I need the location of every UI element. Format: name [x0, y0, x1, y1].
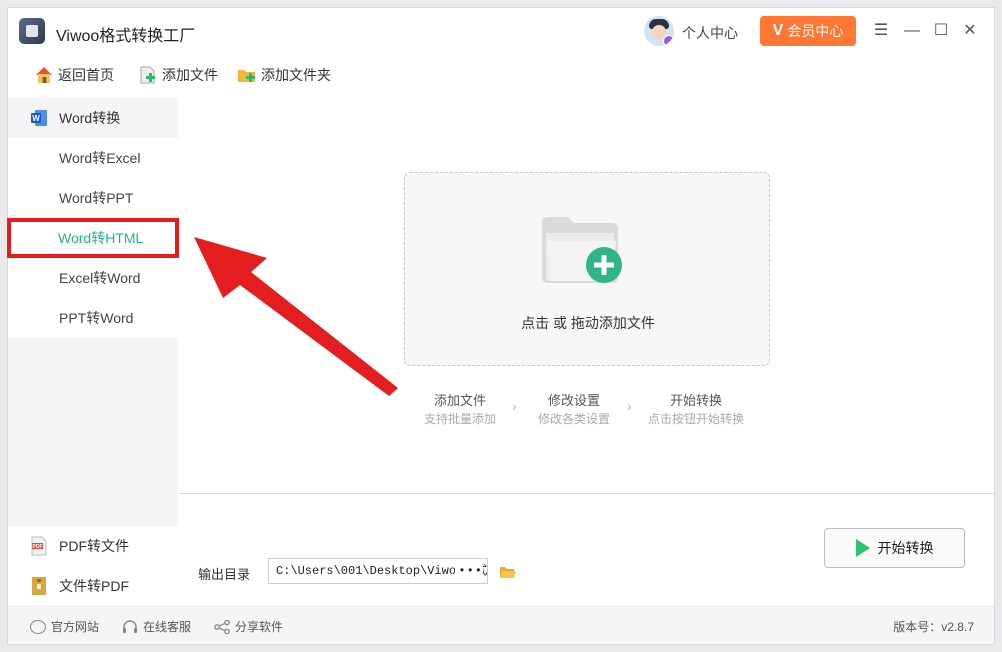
sidebar-item-ppt-to-word[interactable]: PPT转Word [8, 298, 178, 338]
home-button[interactable]: 返回首页 [34, 60, 114, 90]
dropzone-hint: 点击 或 拖动添加文件 [521, 315, 655, 331]
sidebar-item-word-to-excel[interactable]: Word转Excel [8, 138, 178, 178]
user-avatar-icon[interactable] [644, 16, 674, 46]
official-website-link[interactable]: 官方网站 [30, 618, 99, 635]
sidebar-item-word-to-html[interactable]: Word转HTML [7, 218, 179, 258]
official-website-label: 官方网站 [51, 620, 100, 634]
step-start-convert: 开始转换 点击按钮开始转换 [626, 390, 766, 427]
home-icon [36, 67, 52, 83]
headset-icon [123, 619, 137, 633]
svg-text:PDF: PDF [33, 544, 43, 550]
online-service-label: 在线客服 [143, 620, 192, 634]
sidebar-item-label: Word转HTML [58, 230, 144, 246]
start-convert-button[interactable]: 开始转换 [824, 528, 965, 568]
sidebar-item-file-to-pdf[interactable]: 文件转PDF [8, 566, 178, 606]
archive-icon [32, 577, 46, 595]
sidebar-group-word[interactable]: W Word转换 [8, 98, 178, 138]
step-title: 开始转换 [669, 393, 722, 408]
sidebar-group-label: Word转换 [59, 110, 121, 126]
output-dir-field[interactable]: C:\Users\001\Desktop\Viwoo格式 ••• [268, 558, 488, 584]
sidebar-item-label: Word转PPT [59, 190, 134, 206]
add-file-button[interactable]: 添加文件 [138, 60, 218, 90]
vip-v-icon: V [772, 22, 784, 39]
title-bar: Viwoo格式转换工厂 个人中心 V 会员中心 ☰ — ☐ ✕ [8, 8, 994, 56]
globe-icon [30, 619, 46, 634]
vip-center-button[interactable]: V 会员中心 [760, 16, 856, 46]
menu-icon[interactable]: ☰ [870, 20, 892, 42]
content-divider [179, 493, 994, 494]
pdf-icon: PDF [31, 536, 47, 556]
share-icon [214, 619, 230, 634]
add-folder-label: 添加文件夹 [261, 67, 331, 83]
sidebar-item-label: PDF转文件 [59, 538, 129, 554]
output-dir-label: 输出目录 [198, 567, 251, 582]
add-file-label: 添加文件 [162, 67, 218, 83]
home-label: 返回首页 [58, 67, 114, 83]
file-dropzone[interactable]: 点击 或 拖动添加文件 [404, 172, 770, 366]
sidebar-item-label: 文件转PDF [59, 578, 129, 594]
add-file-icon [140, 66, 155, 84]
step-title: 修改设置 [547, 393, 600, 408]
close-icon[interactable]: ✕ [959, 20, 981, 42]
add-folder-button[interactable]: 添加文件夹 [237, 60, 331, 90]
app-title: Viwoo格式转换工厂 [56, 28, 196, 45]
app-logo-icon [19, 18, 45, 44]
step-desc: 修改各类设置 [537, 412, 610, 426]
step-modify-settings: 修改设置 修改各类设置 [504, 390, 644, 427]
sidebar: W Word转换 Word转Excel Word转PPT Word转HTML E… [7, 98, 179, 606]
sidebar-item-excel-to-word[interactable]: Excel转Word [8, 258, 178, 298]
vip-center-label: 会员中心 [787, 23, 844, 39]
word-icon: W [31, 110, 47, 126]
folder-open-icon[interactable] [499, 565, 517, 579]
add-folder-icon [238, 70, 255, 82]
play-icon [855, 539, 870, 557]
add-folder-illustration-icon [542, 217, 622, 283]
output-dir-more-icon[interactable]: ••• [455, 559, 483, 583]
app-window: Viwoo格式转换工厂 个人中心 V 会员中心 ☰ — ☐ ✕ 返回首页 添加文… [7, 7, 995, 645]
status-bar: 官方网站 在线客服 分享软件 版本号：v2.8.7 [8, 606, 994, 644]
sidebar-item-label: Word转Excel [59, 150, 141, 166]
step-desc: 点击按钮开始转换 [647, 412, 744, 426]
sidebar-item-word-to-ppt[interactable]: Word转PPT [8, 178, 178, 218]
online-service-link[interactable]: 在线客服 [122, 618, 191, 635]
maximize-icon[interactable]: ☐ [930, 20, 952, 42]
share-software-label: 分享软件 [235, 620, 284, 634]
svg-text:W: W [32, 114, 40, 123]
sidebar-item-label: PPT转Word [59, 310, 134, 326]
user-center-link[interactable]: 个人中心 [682, 23, 738, 43]
share-software-link[interactable]: 分享软件 [214, 618, 283, 635]
minimize-icon[interactable]: — [901, 20, 923, 42]
sidebar-item-pdf-to-file[interactable]: PDF PDF转文件 [8, 526, 178, 566]
sidebar-item-label: Excel转Word [59, 270, 141, 286]
start-convert-label: 开始转换 [877, 540, 934, 556]
version-label: 版本号：v2.8.7 [893, 620, 974, 634]
